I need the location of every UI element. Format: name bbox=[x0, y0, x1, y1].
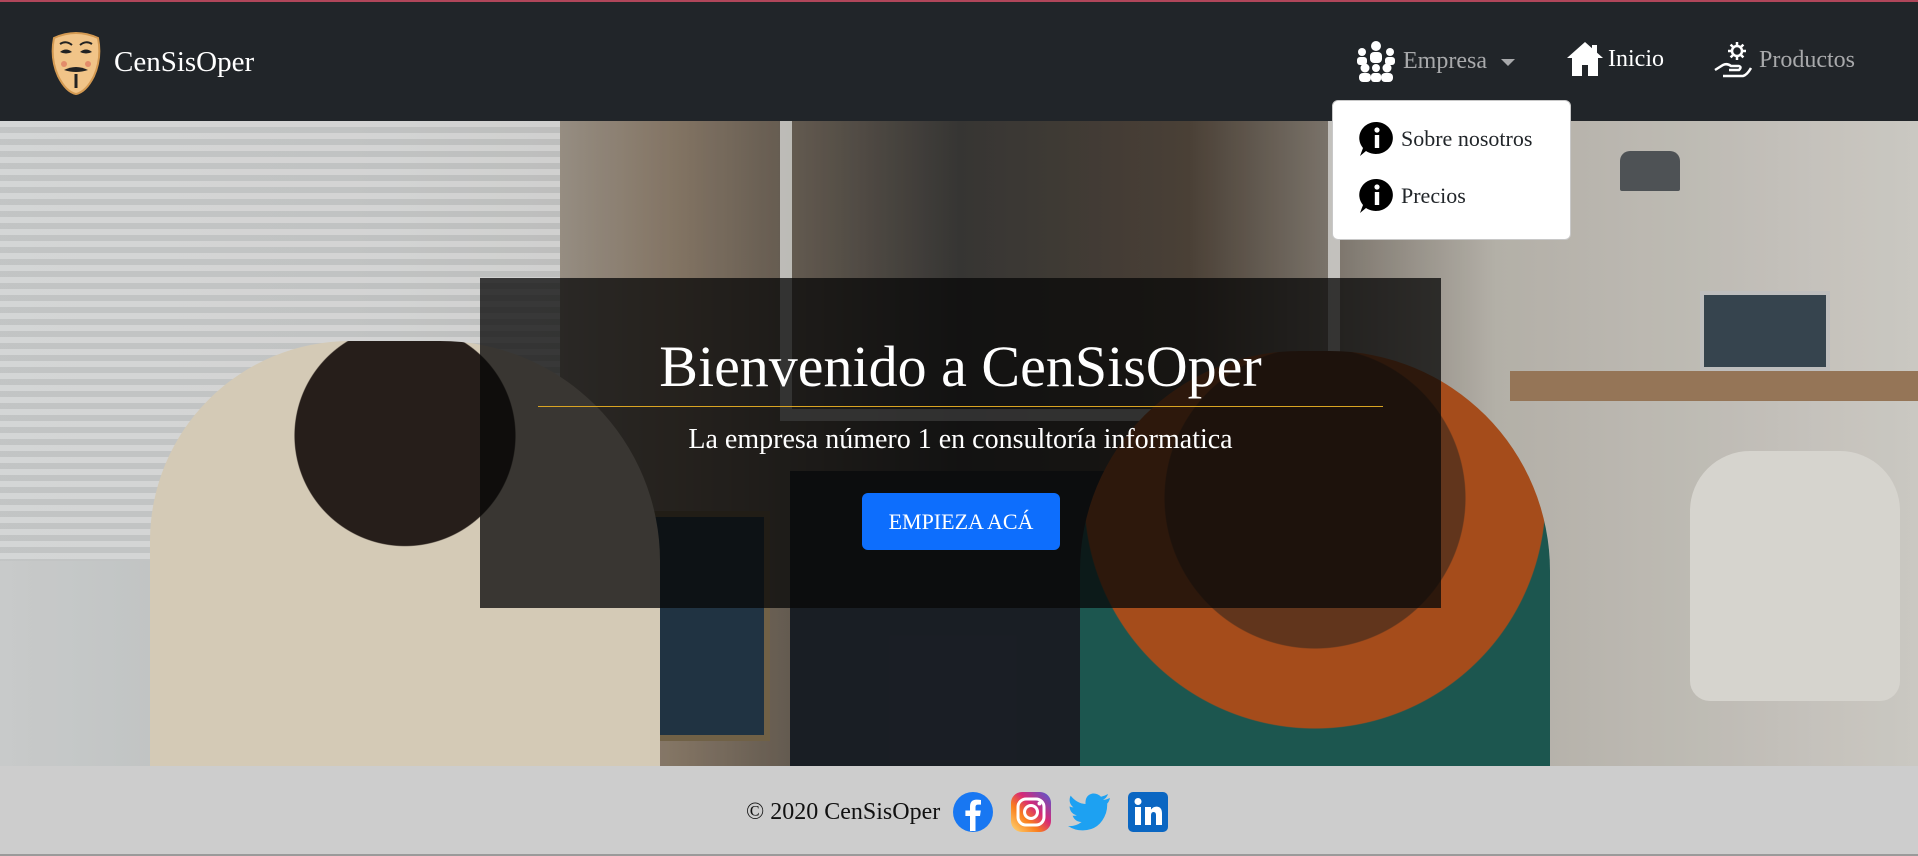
nav-inicio-label: Inicio bbox=[1608, 45, 1664, 72]
dropdown-item-label: Precios bbox=[1401, 183, 1466, 208]
nav-productos-link[interactable]: Productos bbox=[1713, 40, 1855, 80]
hero-title: Bienvenido a CenSisOper bbox=[659, 334, 1262, 399]
caret-down-icon bbox=[1500, 58, 1515, 66]
instagram-icon[interactable] bbox=[1010, 791, 1052, 833]
house-icon bbox=[1567, 42, 1603, 76]
hand-gear-icon bbox=[1714, 42, 1753, 78]
empresa-dropdown-menu: Sobre nosotros Precios bbox=[1332, 100, 1571, 240]
nav-inicio-link[interactable]: Inicio bbox=[1566, 40, 1664, 78]
nav-empresa-label: Empresa bbox=[1403, 47, 1487, 74]
nav-productos-label: Productos bbox=[1759, 46, 1855, 73]
linkedin-icon[interactable] bbox=[1128, 792, 1169, 832]
copyright-text: © 2020 CenSisOper bbox=[746, 798, 941, 825]
dropdown-item-precios[interactable]: Precios bbox=[1357, 176, 1466, 216]
team-icon bbox=[1357, 41, 1395, 82]
dropdown-item-label: Sobre nosotros bbox=[1401, 126, 1533, 151]
twitter-icon[interactable] bbox=[1068, 793, 1112, 831]
brand-link[interactable]: CenSisOper bbox=[48, 28, 254, 96]
empieza-aca-button[interactable]: EMPIEZA ACÁ bbox=[862, 493, 1060, 550]
navbar: CenSisOper Empresa Inicio Productos bbox=[0, 2, 1918, 121]
hero-divider bbox=[538, 406, 1383, 407]
nav-empresa-dropdown-toggle[interactable]: Empresa bbox=[1353, 40, 1515, 82]
hero-subtitle: La empresa número 1 en consultoría infor… bbox=[688, 424, 1233, 455]
hero-card: Bienvenido a CenSisOper La empresa númer… bbox=[480, 278, 1441, 608]
brand-name: CenSisOper bbox=[114, 45, 255, 78]
info-icon bbox=[1359, 121, 1393, 156]
info-icon bbox=[1359, 178, 1393, 213]
footer: © 2020 CenSisOper bbox=[0, 766, 1918, 854]
anonymous-mask-icon bbox=[51, 32, 101, 96]
facebook-icon[interactable] bbox=[952, 791, 994, 833]
dropdown-item-sobre-nosotros[interactable]: Sobre nosotros bbox=[1357, 119, 1532, 159]
